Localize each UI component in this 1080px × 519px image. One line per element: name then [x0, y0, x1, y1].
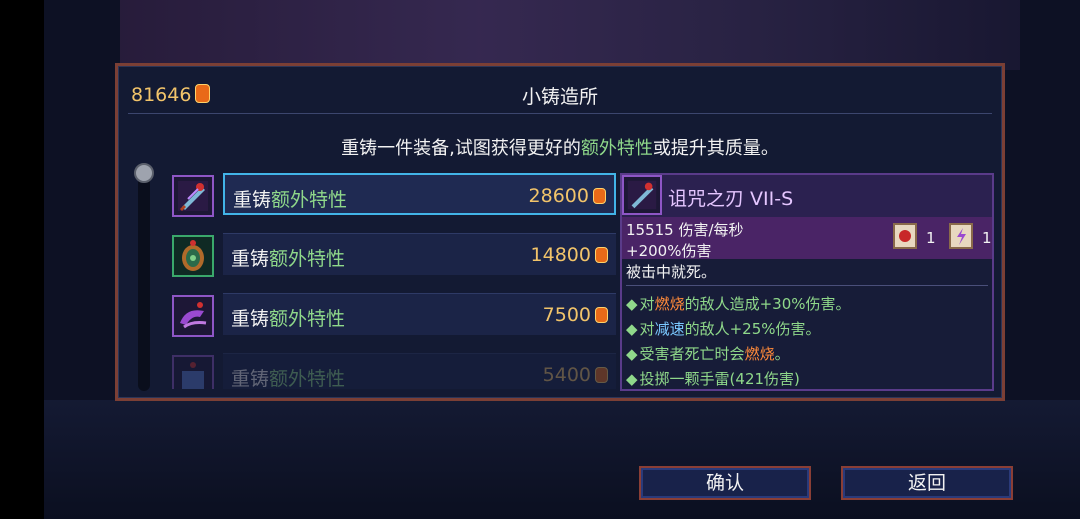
row-price: 14800 [531, 244, 608, 266]
tactics-scroll-count: 1 [982, 229, 992, 247]
item-dps: 15515 伤害/每秒 [626, 221, 744, 239]
forge-panel: 81646 小铸造所 重铸一件装备,试图获得更好的额外特性或提升其质量。 重铸额… [115, 63, 1005, 401]
row-label: 重铸额外特性 [231, 368, 346, 389]
amulet-icon [172, 235, 214, 277]
row-label: 重铸额外特性 [231, 308, 346, 330]
item-note: 被击中就死。 [626, 263, 717, 281]
divider [128, 113, 992, 114]
row-price: 7500 [543, 304, 608, 326]
item-stats: 15515 伤害/每秒 +200%伤害 [622, 217, 992, 260]
reforge-row-1[interactable]: 重铸额外特性 28600 [172, 173, 616, 219]
cursed-sword-icon [172, 175, 214, 217]
item-damage-bonus: +200%伤害 [626, 242, 712, 260]
item-detail-panel: 诅咒之刃 VII-S 15515 伤害/每秒 +200%伤害 1 1 被击中就死… [620, 173, 994, 391]
item-name: 诅咒之刃 VII-S [668, 188, 794, 210]
background-scene [120, 0, 1020, 70]
tactics-scroll-icon [949, 223, 973, 249]
cursed-sword-icon [622, 175, 662, 215]
reforge-row-2[interactable]: 重铸额外特性 14800 [172, 233, 616, 279]
desc-highlight: 额外特性 [580, 138, 653, 159]
item-header: 诅咒之刃 VII-S [622, 175, 992, 217]
back-button[interactable]: 返回 [841, 466, 1013, 500]
panel-description: 重铸一件装备,试图获得更好的额外特性或提升其质量。 [118, 134, 1002, 160]
gold-coin-icon [593, 188, 606, 204]
brutality-scroll-icon [893, 223, 917, 249]
panel-title: 小铸造所 [521, 86, 598, 108]
affix-3: ◆ 受害者死亡时会燃烧。 [626, 345, 790, 363]
gold-coin-icon [595, 247, 608, 263]
affix-2: ◆ 对减速的敌人+25%伤害。 [626, 320, 821, 338]
reforge-button-1[interactable]: 重铸额外特性 28600 [223, 173, 616, 215]
list-scrollbar[interactable] [138, 169, 150, 391]
confirm-button[interactable]: 确认 [639, 466, 811, 500]
creature-weapon-icon [172, 295, 214, 337]
reforge-button-4[interactable]: 重铸额外特性 5400 [223, 353, 616, 389]
screen-edge [0, 0, 44, 519]
row-label: 重铸额外特性 [233, 189, 348, 211]
brutality-scroll-count: 1 [926, 229, 936, 247]
reforge-button-2[interactable]: 重铸额外特性 14800 [223, 233, 616, 275]
background-floor [44, 400, 1080, 519]
reforge-button-3[interactable]: 重铸额外特性 7500 [223, 293, 616, 335]
row-price: 5400 [543, 364, 608, 386]
desc-post: 或提升其质量。 [652, 138, 779, 159]
desc-pre: 重铸一件装备,试图获得更好的 [341, 138, 581, 159]
trap-icon [172, 355, 214, 389]
gold-coin-icon [595, 307, 608, 323]
gold-coin-icon [595, 367, 608, 383]
affix-4: ◆ 投掷一颗手雷(421伤害) [626, 370, 800, 388]
reforge-row-4[interactable]: 重铸额外特性 5400 [172, 353, 616, 389]
scrollbar-knob[interactable] [134, 163, 154, 183]
row-label: 重铸额外特性 [231, 248, 346, 270]
affix-1: ◆ 对燃烧的敌人造成+30%伤害。 [626, 295, 851, 313]
divider [626, 285, 988, 286]
row-price: 28600 [529, 185, 606, 207]
reforge-row-3[interactable]: 重铸额外特性 7500 [172, 293, 616, 339]
